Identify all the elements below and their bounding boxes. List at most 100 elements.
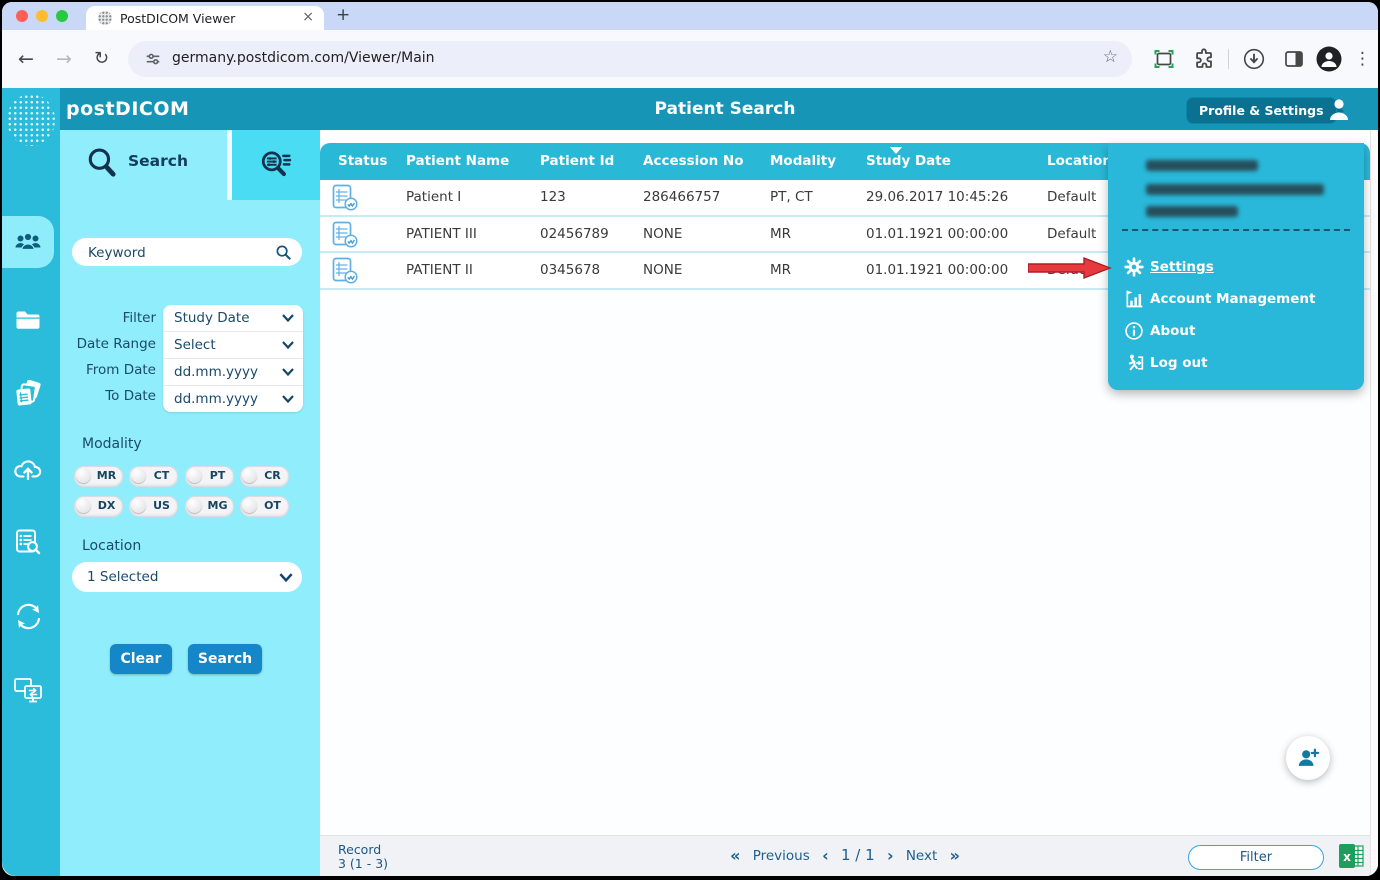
modality-toggle-ot[interactable]: OT — [240, 496, 289, 517]
tab-title: PostDICOM Viewer — [120, 11, 235, 26]
clear-button[interactable]: Clear — [110, 644, 172, 674]
search-panel: Search Filter Date Range From Date To Da… — [60, 130, 320, 876]
toggle-knob — [76, 498, 91, 513]
modality-toggle-ct[interactable]: CT — [129, 466, 178, 487]
list-search-icon — [14, 528, 42, 556]
sync-icon — [15, 603, 42, 630]
search-tab-label: Search — [128, 152, 188, 170]
browser-profile-avatar[interactable] — [1316, 46, 1342, 72]
bookmark-star-icon[interactable]: ☆ — [1103, 47, 1118, 67]
col-location[interactable]: Location — [1047, 143, 1112, 180]
sidebar-item-studies[interactable] — [2, 368, 54, 420]
download-icon[interactable] — [1242, 47, 1266, 71]
col-modality[interactable]: Modality — [770, 143, 836, 180]
chevron-down-icon — [282, 314, 294, 322]
sidebar-item-worklist[interactable] — [2, 516, 54, 568]
traffic-light-minimize[interactable] — [36, 10, 48, 22]
filter-select[interactable]: Study Date — [163, 305, 303, 332]
col-study-date[interactable]: Study Date — [866, 143, 951, 180]
menu-item-about[interactable]: About — [1108, 315, 1364, 347]
kebab-menu-icon[interactable]: ⋮ — [1354, 46, 1371, 72]
date-range-label: Date Range — [60, 331, 156, 357]
menu-item-settings[interactable]: Settings — [1108, 251, 1364, 283]
traffic-light-zoom[interactable] — [56, 10, 68, 22]
modality-toggle-cr[interactable]: CR — [240, 466, 289, 487]
modality-toggle-dx[interactable]: DX — [74, 496, 123, 517]
keyword-input[interactable] — [86, 238, 270, 268]
tab-advanced-search[interactable] — [232, 130, 320, 200]
traffic-light-close[interactable] — [16, 10, 28, 22]
reload-icon[interactable]: ↻ — [94, 46, 109, 72]
filter-button[interactable]: Filter — [1188, 845, 1324, 870]
next-page-icon[interactable]: › — [887, 846, 894, 865]
screenshot-frame-icon[interactable] — [1152, 47, 1176, 71]
toggle-knob — [131, 498, 146, 513]
browser-toolbar: ← → ↻ germany.postdicom.com/Viewer/Main … — [2, 30, 1378, 88]
chevron-down-icon — [282, 368, 294, 376]
excel-export-icon[interactable]: x — [1338, 843, 1364, 869]
sidebar-item-patient-search[interactable] — [2, 216, 54, 268]
col-patient-name[interactable]: Patient Name — [406, 143, 509, 180]
keyword-field[interactable] — [72, 238, 302, 266]
profile-dropdown-menu: Settings Account Management About — [1108, 143, 1364, 390]
scrollbar-track[interactable] — [1370, 130, 1378, 876]
toggle-knob — [187, 498, 202, 513]
users-icon — [14, 230, 42, 254]
study-status-icon — [332, 184, 359, 211]
side-panel-icon[interactable] — [1282, 47, 1306, 71]
col-patient-id[interactable]: Patient Id — [540, 143, 614, 180]
from-date-select[interactable]: dd.mm.yyyy — [163, 359, 303, 386]
sidebar-item-share-screens[interactable] — [2, 664, 54, 716]
back-icon[interactable]: ← — [18, 46, 34, 72]
table-footer: Record 3 (1 - 3) « Previous ‹ 1 / 1 › Ne… — [320, 835, 1370, 876]
modality-toggle-pt[interactable]: PT — [185, 466, 234, 487]
redacted-user-org — [1146, 206, 1238, 217]
sidebar-item-folders[interactable] — [2, 294, 54, 346]
new-tab-button[interactable]: + — [336, 5, 350, 25]
profile-settings-tooltip: Profile & Settings — [1186, 97, 1337, 124]
modality-toggle-mg[interactable]: MG — [185, 496, 234, 517]
tab-close-icon[interactable]: × — [302, 9, 314, 25]
bar-chart-icon — [1124, 289, 1144, 309]
sidebar-item-upload[interactable] — [2, 442, 54, 494]
keyword-search-icon[interactable] — [275, 244, 292, 261]
gear-icon — [1124, 257, 1144, 277]
next-button[interactable]: Next — [906, 848, 937, 864]
location-select[interactable]: 1 Selected — [72, 562, 302, 592]
modality-label: Modality — [82, 436, 142, 452]
extensions-puzzle-icon[interactable] — [1192, 47, 1216, 71]
modality-toggle-us[interactable]: US — [129, 496, 178, 517]
svg-text:x: x — [1343, 850, 1351, 864]
last-page-icon[interactable]: » — [950, 846, 960, 865]
documents-icon — [14, 380, 42, 408]
browser-tab[interactable]: PostDICOM Viewer × — [86, 6, 324, 30]
url-text[interactable]: germany.postdicom.com/Viewer/Main — [172, 50, 435, 66]
modality-toggle-mr[interactable]: MR — [74, 466, 123, 487]
user-avatar-icon[interactable] — [1326, 96, 1352, 122]
sort-desc-icon — [890, 147, 902, 160]
menu-item-log-out[interactable]: Log out — [1108, 347, 1364, 379]
chevron-down-icon — [282, 341, 294, 349]
info-icon — [1124, 321, 1144, 341]
to-date-select[interactable]: dd.mm.yyyy — [163, 386, 303, 412]
first-page-icon[interactable]: « — [730, 846, 740, 865]
page-indicator: 1 / 1 — [841, 846, 875, 864]
prev-page-icon[interactable]: ‹ — [822, 846, 829, 865]
search-button[interactable]: Search — [188, 644, 262, 674]
cloud-upload-icon — [13, 455, 43, 481]
to-date-label: To Date — [60, 383, 156, 409]
redacted-user-email — [1146, 184, 1324, 195]
forward-icon[interactable]: → — [56, 46, 72, 72]
menu-item-account-management[interactable]: Account Management — [1108, 283, 1364, 315]
col-status[interactable]: Status — [338, 143, 387, 180]
previous-button[interactable]: Previous — [753, 848, 810, 864]
site-info-icon[interactable] — [144, 50, 162, 68]
date-range-select[interactable]: Select — [163, 332, 303, 359]
sidebar-item-sync[interactable] — [2, 590, 54, 642]
add-patient-fab[interactable] — [1286, 736, 1330, 780]
annotation-arrow-icon — [1028, 256, 1112, 280]
url-bar[interactable]: germany.postdicom.com/Viewer/Main ☆ — [128, 41, 1132, 77]
col-accession-no[interactable]: Accession No — [643, 143, 743, 180]
browser-titlebar: PostDICOM Viewer × + — [2, 2, 1378, 30]
toggle-knob — [242, 468, 257, 483]
